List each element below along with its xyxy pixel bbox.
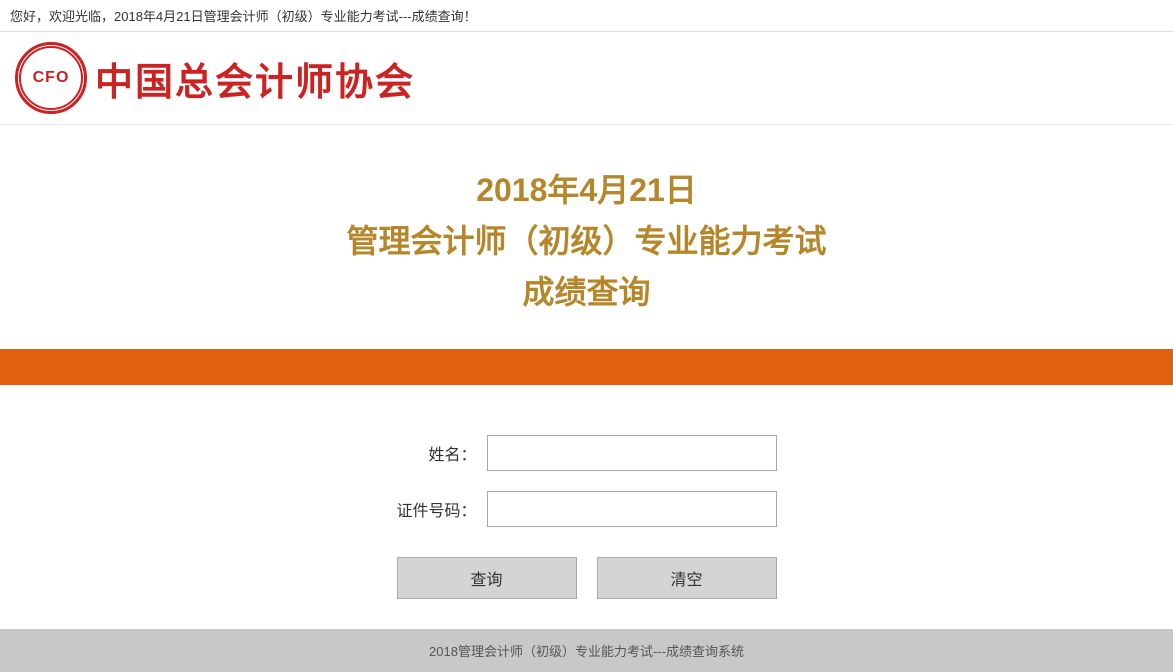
logo-container: CFO 中国总会计师协会 <box>15 42 415 114</box>
main-title: 2018年4月21日 管理会计师（初级）专业能力考试 成绩查询 <box>20 165 1153 319</box>
logo-icon: CFO <box>15 42 87 114</box>
id-row: 证件号码： <box>397 491 777 527</box>
title-line2: 管理会计师（初级）专业能力考试 <box>20 216 1153 267</box>
form-section: 姓名： 证件号码： 查询 清空 <box>0 385 1173 629</box>
title-line3: 成绩查询 <box>20 267 1153 318</box>
title-line1: 2018年4月21日 <box>20 165 1153 216</box>
cfo-label: CFO <box>33 69 70 87</box>
name-input[interactable] <box>487 435 777 471</box>
id-label: 证件号码： <box>397 497 477 521</box>
orange-divider <box>0 349 1173 385</box>
name-row: 姓名： <box>397 435 777 471</box>
organization-name: 中国总会计师协会 <box>95 51 415 106</box>
button-row: 查询 清空 <box>397 557 777 599</box>
notice-bar: 您好，欢迎光临，2018年4月21日管理会计师（初级）专业能力考试---成绩查询… <box>0 0 1173 32</box>
title-section: 2018年4月21日 管理会计师（初级）专业能力考试 成绩查询 <box>0 125 1173 349</box>
footer: 2018管理会计师（初级）专业能力考试---成绩查询系统 <box>0 629 1173 672</box>
query-button[interactable]: 查询 <box>397 557 577 599</box>
footer-text: 2018管理会计师（初级）专业能力考试---成绩查询系统 <box>429 644 744 659</box>
name-label: 姓名： <box>397 441 477 465</box>
clear-button[interactable]: 清空 <box>597 557 777 599</box>
notice-text: 您好，欢迎光临，2018年4月21日管理会计师（初级）专业能力考试---成绩查询… <box>10 9 477 24</box>
header: CFO 中国总会计师协会 <box>0 32 1173 125</box>
id-input[interactable] <box>487 491 777 527</box>
